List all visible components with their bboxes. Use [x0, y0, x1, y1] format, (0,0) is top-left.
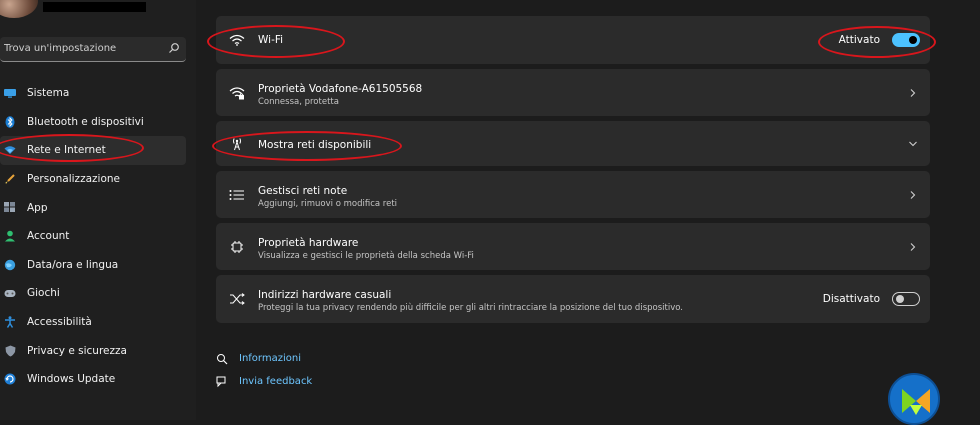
random-hardware-addresses-card: Indirizzi hardware casuali Proteggi la t… [216, 275, 930, 323]
show-networks-title: Mostra reti disponibili [258, 139, 372, 151]
chevron-right-icon [910, 191, 916, 199]
wifi-title: Wi-Fi [258, 34, 284, 46]
watermark-logo [888, 373, 940, 425]
hardware-title: Proprietà hardware [258, 237, 359, 249]
accessibility-icon [4, 316, 16, 328]
gamepad-icon [4, 287, 16, 299]
sidebar-nav: Sistema Bluetooth e dispositivi Rete e I… [0, 79, 186, 394]
sidebar-item-windows-update[interactable]: Windows Update [0, 365, 186, 394]
search-input[interactable] [4, 37, 164, 60]
toggle-knob [909, 36, 917, 44]
known-networks-subtitle: Aggiungi, rimuovi o modifica reti [258, 199, 398, 209]
toggle-knob [896, 295, 904, 303]
chevron-right-icon [910, 89, 916, 97]
bluetooth-icon [4, 116, 16, 128]
sidebar-item-label: Bluetooth e dispositivi [27, 115, 144, 128]
sidebar-item-label: Sistema [27, 87, 70, 100]
monitor-icon [4, 87, 16, 99]
shield-icon [4, 345, 16, 357]
sidebar-item-data-ora[interactable]: Data/ora e lingua [0, 251, 186, 280]
shuffle-icon [228, 290, 246, 308]
network-properties-card[interactable]: Proprietà Vodafone-A61505568 Connessa, p… [216, 69, 930, 116]
info-link-label: Informazioni [239, 353, 301, 364]
wifi-secured-icon [228, 84, 246, 102]
avatar[interactable] [0, 0, 38, 18]
known-networks-title: Gestisci reti note [258, 185, 348, 197]
sidebar-item-accessibilita[interactable]: Accessibilità [0, 308, 186, 337]
random-addresses-title: Indirizzi hardware casuali [258, 289, 392, 301]
search-icon[interactable] [168, 42, 180, 54]
wifi-card[interactable]: Wi-Fi Attivato [216, 16, 930, 64]
sidebar-item-label: Windows Update [27, 373, 116, 386]
sidebar: Sistema Bluetooth e dispositivi Rete e I… [0, 0, 196, 420]
sidebar-item-label: Accessibilità [27, 316, 92, 329]
globe-clock-icon [4, 259, 16, 271]
manage-known-networks-card[interactable]: Gestisci reti note Aggiungi, rimuovi o m… [216, 171, 930, 218]
sidebar-item-privacy[interactable]: Privacy e sicurezza [0, 336, 186, 365]
hardware-subtitle: Visualizza e gestisci le proprietà della… [258, 251, 474, 261]
person-icon [4, 230, 16, 242]
sidebar-item-giochi[interactable]: Giochi [0, 279, 186, 308]
list-icon [228, 186, 246, 204]
network-icon [4, 144, 16, 156]
brush-icon [4, 173, 16, 185]
wifi-toggle-label: Attivato [838, 34, 880, 46]
wifi-toggle[interactable] [892, 33, 920, 47]
sidebar-item-label: Privacy e sicurezza [27, 344, 127, 357]
feedback-link-label: Invia feedback [239, 376, 313, 387]
sidebar-item-label: Account [27, 230, 70, 243]
chevron-down-icon [909, 141, 917, 147]
show-available-networks-card[interactable]: Mostra reti disponibili [216, 121, 930, 166]
random-addresses-toggle-group: Disattivato [823, 292, 920, 306]
connection-status: Connessa, protetta [258, 97, 339, 107]
sidebar-item-app[interactable]: App [0, 193, 186, 222]
sidebar-item-bluetooth[interactable]: Bluetooth e dispositivi [0, 108, 186, 137]
update-icon [4, 373, 16, 385]
wifi-toggle-group: Attivato [839, 33, 920, 47]
help-icon [217, 354, 228, 365]
sidebar-item-account[interactable]: Account [0, 222, 186, 251]
sidebar-item-sistema[interactable]: Sistema [0, 79, 186, 108]
redacted-username [43, 2, 146, 12]
sidebar-item-label: Rete e Internet [27, 144, 106, 157]
sidebar-item-label: Personalizzazione [27, 173, 120, 186]
antenna-icon [228, 135, 246, 153]
feedback-icon [216, 376, 226, 388]
random-addresses-subtitle: Proteggi la tua privacy rendendo più dif… [258, 303, 683, 313]
hardware-properties-card[interactable]: Proprietà hardware Visualizza e gestisci… [216, 223, 930, 270]
sidebar-item-label: App [27, 201, 48, 214]
network-name: Proprietà Vodafone-A61505568 [258, 83, 423, 95]
wifi-icon [228, 31, 246, 49]
sidebar-item-rete-internet[interactable]: Rete e Internet [0, 136, 186, 165]
apps-icon [4, 202, 16, 214]
sidebar-item-label: Data/ora e lingua [27, 258, 119, 271]
search-box[interactable] [0, 37, 186, 62]
sidebar-item-personalizzazione[interactable]: Personalizzazione [0, 165, 186, 194]
random-addresses-toggle[interactable] [892, 292, 920, 306]
sidebar-item-label: Giochi [27, 287, 60, 300]
random-addresses-toggle-label: Disattivato [822, 293, 880, 305]
chip-icon [228, 238, 246, 256]
chevron-right-icon [910, 243, 916, 251]
